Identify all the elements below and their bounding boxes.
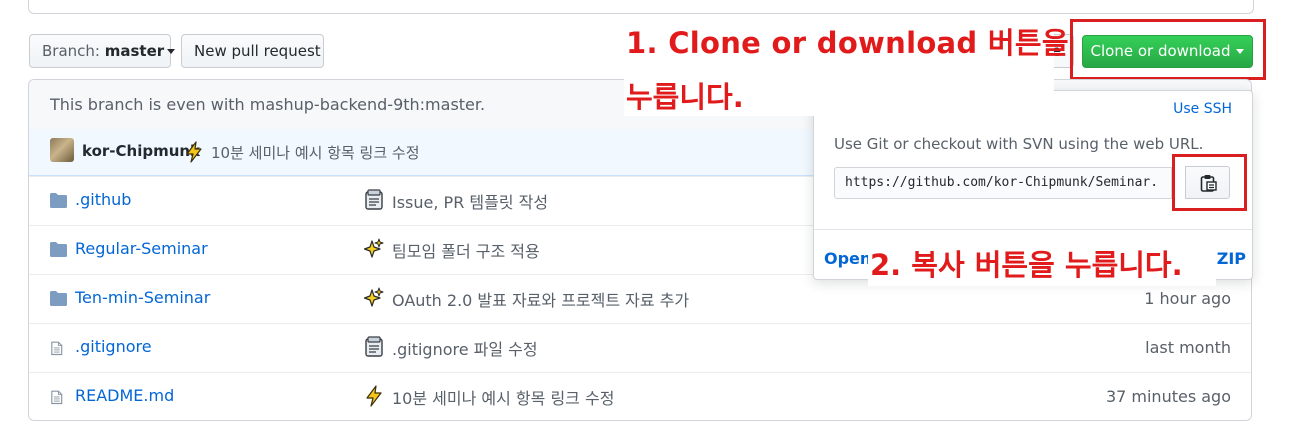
- use-ssh-link[interactable]: Use SSH: [1173, 101, 1232, 117]
- file-name-link[interactable]: .github: [75, 190, 131, 209]
- annotation-step-1: 1. Clone or download 버튼을 누릅니다.: [624, 16, 1069, 116]
- clone-description: Use Git or checkout with SVN using the w…: [834, 135, 1204, 153]
- commit-age: 37 minutes ago: [1105, 387, 1231, 406]
- file-icon: [51, 341, 63, 356]
- file-name-link[interactable]: Ten-min-Seminar: [75, 288, 210, 307]
- sparkles-icon: [364, 287, 384, 307]
- new-pull-request-button[interactable]: New pull request: [181, 34, 324, 68]
- folder-icon: [50, 291, 67, 306]
- branch-select-button[interactable]: Branch: master: [29, 34, 176, 68]
- annotation-step-2: 2. 복사 버튼을 누릅니다.: [868, 238, 1216, 286]
- file-row[interactable]: .gitignore .gitignore 파일 수정 last month: [29, 323, 1251, 372]
- file-name-link[interactable]: Regular-Seminar: [75, 239, 208, 258]
- previous-section-box: [28, 0, 1254, 14]
- branch-prefix: Branch:: [42, 42, 100, 60]
- commit-message-link[interactable]: OAuth 2.0 발표 자료와 프로젝트 자료 추가: [392, 287, 689, 311]
- folder-icon: [50, 242, 67, 257]
- zap-icon: [186, 141, 202, 163]
- commit-message[interactable]: 10분 세미나 예시 항목 링크 수정: [211, 142, 420, 163]
- chevron-down-icon: [167, 49, 176, 54]
- annotation-step-1-line-1: 1. Clone or download 버튼을: [626, 26, 1069, 60]
- commit-message-link[interactable]: 10분 세미나 예시 항목 링크 수정: [392, 385, 614, 409]
- branch-status-text: This branch is even with mashup-backend-…: [50, 95, 486, 114]
- branch-value: master: [104, 42, 165, 60]
- file-name-link[interactable]: README.md: [75, 386, 174, 405]
- commit-author[interactable]: kor-Chipmunk: [82, 142, 200, 160]
- memo-icon: [365, 336, 383, 357]
- highlight-box-clone: [1070, 19, 1266, 80]
- file-name-link[interactable]: .gitignore: [75, 337, 152, 356]
- sparkles-icon: [364, 238, 384, 258]
- clone-url-field[interactable]: https://github.com/kor-Chipmunk/Seminar.: [834, 167, 1172, 199]
- commit-age: last month: [1145, 338, 1231, 357]
- file-icon: [51, 390, 63, 405]
- open-in-desktop-link[interactable]: Open: [824, 249, 871, 268]
- commit-message-link[interactable]: 팀모임 폴더 구조 적용: [392, 238, 540, 262]
- highlight-box-copy: [1172, 154, 1247, 211]
- commit-message-link[interactable]: .gitignore 파일 수정: [392, 336, 538, 360]
- zap-icon: [366, 385, 382, 407]
- annotation-step-2-text: 2. 복사 버튼을 누릅니다.: [870, 248, 1183, 282]
- memo-icon: [365, 189, 383, 210]
- annotation-step-1-line-2: 누릅니다.: [626, 80, 744, 114]
- commit-message-link[interactable]: Issue, PR 템플릿 작성: [392, 189, 548, 213]
- folder-icon: [50, 193, 67, 208]
- commit-age: 1 hour ago: [1144, 289, 1231, 308]
- file-row[interactable]: README.md 10분 세미나 예시 항목 링크 수정 37 minutes a…: [29, 372, 1251, 421]
- avatar[interactable]: [50, 138, 74, 162]
